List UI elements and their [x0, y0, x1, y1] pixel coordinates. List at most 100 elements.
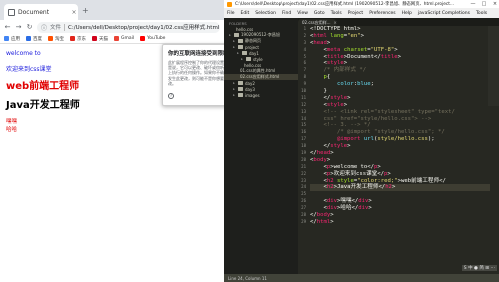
close-icon[interactable]: × — [70, 9, 78, 16]
editor-tab-active[interactable]: 02.css应用样... × — [298, 19, 337, 26]
menu-item[interactable]: File — [227, 11, 235, 16]
line-number: 20 — [301, 156, 306, 162]
chevron-right-icon[interactable]: ▸ — [232, 45, 236, 49]
bookmark-item[interactable]: 百度 — [26, 36, 42, 42]
address-bar[interactable]: ⓘ 文件 C:/Users/dell/Desktop/project/day1/… — [37, 21, 220, 33]
line-number: 25 — [301, 191, 306, 197]
line-number: 13 — [301, 108, 306, 114]
menu-item[interactable]: Goto — [314, 11, 325, 16]
browser-toolbar: ← → ↻ ⓘ 文件 C:/Users/dell/Desktop/project… — [0, 20, 224, 34]
code-line[interactable]: css" href="style/hello.css"> --> — [310, 116, 490, 123]
code-line[interactable]: <meta charset="UTF-8"> — [310, 47, 490, 54]
menu-item[interactable]: Preferences — [369, 11, 395, 16]
maximize-icon[interactable]: □ — [480, 1, 488, 7]
chevron-right-icon[interactable]: ▸ — [232, 39, 236, 43]
line-number: 2 — [303, 32, 306, 38]
line-number: 26 — [301, 198, 306, 204]
menu-item[interactable]: Find — [282, 11, 291, 16]
code-line[interactable]: </style> — [310, 143, 490, 150]
line-number: 17 — [301, 136, 306, 142]
line-number: 19 — [301, 150, 306, 156]
code-line[interactable]: <!-- <link rel="stylesheet" type="text/ — [310, 109, 490, 116]
bookmark-label: YouTube — [147, 36, 166, 41]
editor-window-title: C:\Users\dell\Desktop\project\day1\02.cs… — [235, 2, 454, 7]
code-line[interactable]: <style> — [310, 102, 490, 109]
code-line[interactable]: </html> — [310, 219, 490, 226]
code-line[interactable]: </head> — [310, 150, 490, 157]
chevron-right-icon[interactable]: ▸ — [240, 57, 244, 61]
code-line[interactable]: p{ — [310, 74, 490, 81]
back-icon[interactable]: ← — [4, 23, 11, 31]
chevron-right-icon[interactable]: ▸ — [232, 93, 236, 97]
sidebar-item-label: style — [253, 56, 263, 62]
menu-item[interactable]: Project — [348, 11, 363, 16]
sidebar-header: FOLDERS — [229, 21, 247, 26]
chevron-right-icon[interactable]: ▸ — [228, 33, 232, 37]
popup-footer: ? — [168, 93, 174, 99]
bookmark-label: 淘宝 — [55, 36, 64, 42]
bookmark-item[interactable]: 天猫 — [92, 36, 108, 42]
menu-item[interactable]: Tools — [476, 11, 487, 16]
editor-tab-label: 02.css应用样... — [302, 19, 331, 25]
reload-icon[interactable]: ↻ — [26, 23, 33, 31]
bookmark-label: 京东 — [77, 36, 86, 42]
menu-item[interactable]: Tools — [331, 11, 342, 16]
code-line[interactable]: /* 内部样式 */ — [310, 67, 490, 74]
bookmark-item[interactable]: 应用 — [4, 36, 20, 42]
code-line[interactable]: <h2>Java开发工程师</h2> — [310, 184, 490, 192]
chevron-right-icon[interactable]: ▸ — [232, 87, 236, 91]
code-area[interactable]: <!DOCTYPE html> <html lang="en"> <head> <m… — [310, 26, 490, 256]
code-line[interactable]: @import url(style/hello.css); — [310, 136, 490, 143]
code-line[interactable]: <html lang="en"> — [310, 33, 490, 40]
code-line[interactable]: <body> — [310, 157, 490, 164]
address-url[interactable]: C:/Users/dell/Desktop/project/day1/02.cs… — [68, 23, 219, 31]
browser-tab[interactable]: Document × — [4, 4, 78, 20]
bookmark-item[interactable]: 京东 — [70, 36, 86, 42]
code-line[interactable]: </style> — [310, 95, 490, 102]
help-icon[interactable]: ? — [168, 93, 174, 99]
code-line[interactable]: <div>哈哈</div> — [310, 205, 490, 212]
code-line[interactable]: color:blue; — [310, 81, 490, 88]
menu-item[interactable]: Selection — [255, 11, 276, 16]
bookmark-label: 天猫 — [99, 36, 108, 42]
menu-item[interactable]: Help — [402, 11, 412, 16]
editor-tabbar: 02.css应用样... × — [298, 18, 499, 26]
forward-icon[interactable]: → — [15, 23, 22, 31]
chevron-right-icon[interactable]: ▸ — [236, 51, 240, 55]
editor-menubar: File Edit Selection Find View Goto Tools Projec… — [224, 8, 499, 18]
close-window-icon[interactable]: × — [491, 1, 499, 7]
code-line[interactable]: <p>welcome to</p> — [310, 164, 490, 171]
close-icon[interactable]: × — [334, 20, 337, 25]
sidebar-folder[interactable]: ▸ images — [224, 92, 298, 98]
menu-item[interactable]: Edit — [241, 11, 250, 16]
bookmark-item[interactable]: 淘宝 — [48, 36, 64, 42]
minimap[interactable] — [488, 26, 499, 106]
code-line[interactable]: <!DOCTYPE html> — [310, 26, 490, 33]
menu-item[interactable]: View — [297, 11, 308, 16]
sublime-app-icon — [227, 1, 232, 7]
bookmark-icon — [92, 36, 97, 41]
folder-icon — [238, 93, 243, 97]
minimize-icon[interactable]: — — [469, 1, 477, 7]
new-tab-button[interactable]: + — [82, 6, 89, 15]
code-line[interactable]: } — [310, 88, 490, 95]
code-line[interactable]: <head> — [310, 40, 490, 47]
code-line[interactable]: <!-- 3. --> */ — [310, 122, 490, 129]
address-divider — [64, 23, 66, 31]
code-line[interactable]: <title>Document</title> — [310, 54, 490, 61]
line-number: 7 — [303, 67, 306, 73]
bookmark-item[interactable]: YouTube — [140, 36, 165, 41]
line-number: 21 — [301, 163, 306, 169]
ime-toolbar[interactable]: S 中 ● 简 ⊞ ⋯ — [461, 265, 497, 271]
chevron-right-icon[interactable]: ▸ — [232, 81, 236, 85]
bookmark-item[interactable]: Gmail — [114, 36, 134, 41]
code-line[interactable]: /* @import "style/hello.css"; */ — [310, 129, 490, 136]
bookmark-icon — [26, 36, 31, 41]
folder-icon — [238, 87, 243, 91]
code-line[interactable]: <p>欢迎来到css课堂</p> — [310, 171, 490, 178]
info-icon[interactable]: ⓘ — [41, 23, 47, 32]
menu-item[interactable]: javaScript Completions — [418, 11, 470, 16]
code-line[interactable]: </body> — [310, 212, 490, 219]
bookmark-label: 应用 — [11, 36, 20, 42]
folder-icon — [246, 57, 251, 61]
